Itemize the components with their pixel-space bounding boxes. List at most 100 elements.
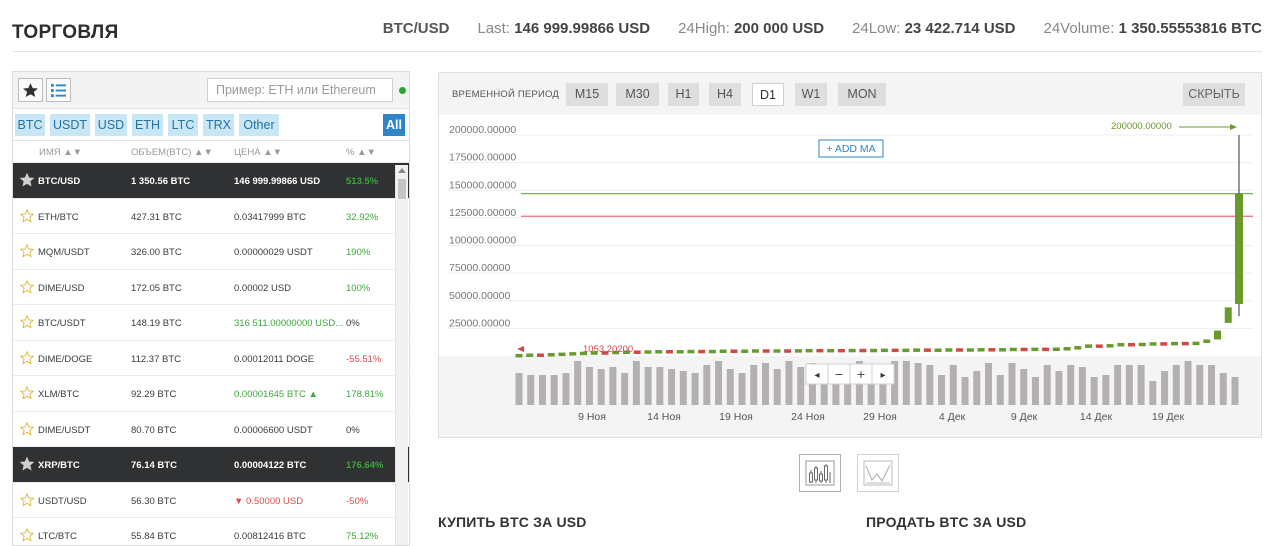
scroll-thumb[interactable] [398,179,406,199]
market-row[interactable]: USDT/USD 56.30 BTC ▼ 0.50000 USD -50% [13,483,409,518]
row-pair: USDT/USD [38,495,87,507]
ticker-pair: BTC/USD [382,20,450,37]
market-row[interactable]: ETH/BTC 427.31 BTC 0.03417999 BTC 32.92% [13,199,409,234]
tab-btc[interactable]: BTC [15,114,45,136]
volume-bar [738,373,746,405]
market-row[interactable]: BTC/USD 1 350.56 BTC 146 999.99866 USD 513.… [13,163,409,199]
row-volume: 148.19 BTC [131,318,182,329]
favorite-star-icon[interactable] [19,385,35,400]
volume-bar [985,363,993,405]
market-row[interactable]: DIME/DOGE 112.37 BTC 0.00012011 DOGE -55.51… [13,341,409,376]
volume-bar [1031,377,1039,405]
candle-body [816,348,824,353]
favorite-star-icon[interactable] [19,456,35,471]
market-search-input[interactable]: Пример: ETH или Ethereum [207,78,393,102]
tab-other[interactable]: Other [239,114,279,136]
price-chart[interactable]: 200000.00000 175000.00000 150000.00000 1250… [439,115,1261,437]
volume-bar [750,365,758,405]
row-pair: BTC/USDT [38,318,86,329]
market-row[interactable]: DIME/USD 172.05 BTC 0.00002 USD 100% [13,270,409,305]
buy-section-title: КУПИТЬ BTC ЗА USD [438,514,587,530]
candle-body [880,348,888,353]
market-row[interactable]: LTC/BTC 55.84 BTC 0.00812416 BTC 75.12% [13,518,409,545]
row-change: 176.64% [346,460,384,471]
volume-bar [1208,365,1216,405]
candle-body [891,348,899,353]
tab-eth[interactable]: ETH [132,114,163,136]
favorite-star-icon[interactable] [19,421,35,436]
candle-body [1063,347,1071,351]
candle-body [1074,346,1082,350]
header: ТОРГОВЛЯ BTC/USD Last: 146 999.99866 USD… [12,12,1262,52]
market-row[interactable]: BTC/USDT 148.19 BTC 316 511.00000000 USD..… [13,305,409,341]
row-change: 32.92% [346,211,379,223]
period-label: ВРЕМЕННОЙ ПЕРИОД [452,89,559,100]
tab-all[interactable]: All [383,114,405,136]
market-row[interactable]: XRP/BTC 76.14 BTC 0.00004122 BTC 176.64% [13,447,409,483]
candle-body [859,348,867,353]
add-ma-button[interactable]: + ADD MA [818,139,884,158]
period-mon[interactable]: MON [838,83,886,106]
ticker-high-value: 200 000 USD [733,20,825,37]
chart-panel: ВРЕМЕННОЙ ПЕРИОД M15 M30 H1 H4 D1 W1 MON… [438,72,1262,438]
favorite-star-icon[interactable] [19,492,35,507]
favorite-star-icon[interactable] [19,208,35,223]
tab-usdt[interactable]: USDT [50,114,90,136]
column-price[interactable]: ЦЕНА ▲▼ [234,147,282,158]
favorite-star-icon[interactable] [19,279,35,294]
period-m30[interactable]: M30 [616,83,659,106]
column-change[interactable]: % ▲▼ [346,147,376,158]
tab-trx[interactable]: TRX [203,114,234,136]
list-view-button[interactable] [46,78,71,102]
candle-body [988,348,996,352]
candle-body [536,353,544,357]
row-volume: 326.00 BTC [131,247,182,258]
ticker-low-label: 24Low: [852,20,901,37]
period-m15[interactable]: M15 [566,83,608,106]
favorites-filter-button[interactable] [18,78,43,102]
market-row[interactable]: XLM/BTC 92.29 BTC 0.00001645 BTC ▲ 178.81% [13,376,409,412]
candle-body [1203,339,1211,343]
candle-body [687,349,695,354]
row-pair: ETH/BTC [38,211,79,223]
zoom-controls: ◂ − + ▸ [805,363,895,385]
row-price: 0.00002 USD [234,282,292,294]
add-ma-label[interactable]: + ADD MA [826,143,875,155]
period-w1[interactable]: W1 [795,83,827,106]
favorite-star-icon[interactable] [19,350,35,365]
period-h4[interactable]: H4 [709,83,741,106]
area-chart-button[interactable] [857,454,899,492]
candle-body [719,349,727,353]
period-h1[interactable]: H1 [668,83,699,106]
sell-section-title: ПРОДАТЬ BTC ЗА USD [866,514,1027,530]
row-price: 0.00000029 USDT [234,247,313,258]
chart-toolbar: ВРЕМЕННОЙ ПЕРИОД M15 M30 H1 H4 D1 W1 MON… [439,73,1261,115]
y-tick-label: 25000.00000 [449,317,510,329]
favorite-star-icon[interactable] [19,527,35,542]
currency-tabs: BTC USDT USD ETH LTC TRX Other All [13,109,409,141]
favorite-star-icon[interactable] [19,314,35,329]
volume-bar [597,369,605,405]
candle-body [902,348,910,353]
column-name[interactable]: ИМЯ ▲▼ [39,147,82,158]
favorite-star-icon[interactable] [19,172,35,187]
market-scrollbar[interactable] [395,165,408,545]
page-title: ТОРГОВЛЯ [12,22,119,43]
row-price: 146 999.99866 USD [234,176,321,187]
tab-usd[interactable]: USD [95,114,127,136]
volume-bar [1137,365,1145,405]
candle-body [762,349,770,353]
candlestick-chart-button[interactable] [799,454,841,492]
row-volume: 92.29 BTC [131,389,177,400]
volume-bar [1043,365,1051,405]
period-d1[interactable]: D1 [752,83,784,106]
tab-ltc[interactable]: LTC [168,114,198,136]
hide-chart-button[interactable]: СКРЫТЬ [1183,83,1245,106]
scroll-up-arrow-icon[interactable] [398,168,406,173]
favorite-star-icon[interactable] [19,243,35,258]
candle-body [1020,347,1028,352]
volume-bar [1114,365,1122,405]
market-row[interactable]: MQM/USDT 326.00 BTC 0.00000029 USDT 190% [13,234,409,270]
column-volume[interactable]: ОБЪЕМ(BTC) ▲▼ [131,147,213,158]
market-row[interactable]: DIME/USDT 80.70 BTC 0.00006600 USDT 0% [13,412,409,447]
